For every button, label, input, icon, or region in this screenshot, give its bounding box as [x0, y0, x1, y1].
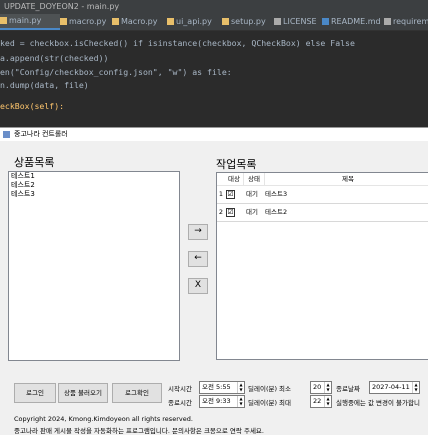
row-status: 대기: [246, 208, 258, 216]
list-item[interactable]: 테스트1: [9, 172, 179, 181]
start-time-label: 시작시간: [168, 385, 192, 393]
ide-tab-bar: main.py macro.py Macro.py ui_api.py setu…: [0, 14, 428, 31]
python-file-icon: [0, 17, 7, 24]
clear-job-button[interactable]: X: [188, 278, 208, 294]
python-file-icon: [222, 18, 229, 25]
ide-tab-readme[interactable]: README.md: [322, 14, 384, 30]
list-item[interactable]: 테스트3: [9, 190, 179, 199]
ide-tab-macro2[interactable]: Macro.py: [112, 14, 167, 30]
ide-tab-license[interactable]: LICENSE: [274, 14, 322, 30]
start-time-input[interactable]: 오전 5:55 ▲ ▼: [199, 381, 245, 394]
locked-note: 실행중에는 값 변경이 불가합니: [336, 399, 420, 407]
spin-arrows-icon[interactable]: ▲ ▼: [237, 382, 244, 393]
window-title: 중고나라 컨트롤러: [14, 130, 68, 138]
delay-min-input[interactable]: 20 ▲ ▼: [310, 381, 332, 394]
job-table[interactable]: 대상 상태 제목 1 ☑ 대기 테스트3 2 ☑ 대기 테스트2: [216, 172, 428, 360]
add-to-job-button[interactable]: →: [188, 224, 208, 240]
list-item[interactable]: 테스트2: [9, 181, 179, 190]
ide-tab-macro[interactable]: macro.py: [60, 14, 112, 30]
spin-arrows-icon[interactable]: ▲ ▼: [324, 382, 331, 393]
column-header-status[interactable]: 상태: [244, 173, 265, 185]
product-list[interactable]: 테스트1 테스트2 테스트3: [8, 171, 180, 361]
spin-arrows-icon[interactable]: ▲ ▼: [412, 382, 419, 393]
login-check-button[interactable]: 로그확인: [112, 383, 162, 403]
spin-arrows-icon[interactable]: ▲ ▼: [324, 396, 331, 407]
column-header-title[interactable]: 제목: [265, 173, 428, 185]
row-status: 대기: [246, 190, 258, 198]
markdown-file-icon: [322, 18, 329, 25]
code-line: ked = checkbox.isChecked() if isinstance…: [0, 38, 355, 48]
row-title: 테스트2: [265, 208, 288, 216]
product-list-label: 상품목록: [14, 156, 55, 169]
controller-window: 중고나라 컨트롤러 상품목록 테스트1 테스트2 테스트3 → ← X 작업목록…: [0, 127, 428, 435]
code-line: a.append(str(checked)): [0, 53, 109, 63]
remove-from-job-button[interactable]: ←: [188, 251, 208, 267]
ide-tab-setup[interactable]: setup.py: [222, 14, 274, 30]
python-file-icon: [167, 18, 174, 25]
text-file-icon: [274, 18, 281, 25]
load-products-button[interactable]: 상품 불러오기: [58, 383, 108, 403]
end-date-label: 종료날짜: [336, 385, 360, 393]
spin-arrows-icon[interactable]: ▲ ▼: [237, 396, 244, 407]
end-date-input[interactable]: 2027-04-11 ▲ ▼: [369, 381, 420, 394]
table-row[interactable]: 2 ☑ 대기 테스트2: [217, 204, 428, 222]
table-row[interactable]: 1 ☑ 대기 테스트3: [217, 186, 428, 204]
job-list-label: 작업목록: [216, 158, 257, 171]
ide-tab-ui-api[interactable]: ui_api.py: [167, 14, 222, 30]
app-icon: [3, 131, 10, 138]
text-file-icon: [384, 18, 391, 25]
window-title-bar: 중고나라 컨트롤러: [0, 128, 428, 141]
delay-max-label: 딜레이(분) 최대: [248, 399, 292, 407]
ide-tab-requirements[interactable]: requireme: [384, 14, 428, 30]
row-title: 테스트3: [265, 190, 288, 198]
ide-background: UPDATE_DOYEON2 - main.py main.py macro.p…: [0, 0, 428, 127]
copyright-text: Copyright 2024, Kmong.Kimdoyeon all righ…: [14, 415, 193, 423]
end-time-input[interactable]: 오전 9:33 ▲ ▼: [199, 395, 245, 408]
login-button[interactable]: 로그인: [14, 383, 56, 403]
code-line: eckBox(self):: [0, 101, 65, 111]
python-file-icon: [60, 18, 67, 25]
end-time-label: 종료시간: [168, 399, 192, 407]
delay-max-input[interactable]: 22 ▲ ▼: [310, 395, 332, 408]
code-line: n.dump(data, file): [0, 80, 89, 90]
column-header-target[interactable]: 대상: [225, 173, 244, 185]
row-number: 2: [218, 208, 224, 216]
row-checkbox[interactable]: ☑: [226, 208, 235, 217]
ide-tab-main[interactable]: main.py: [0, 14, 60, 30]
delay-min-label: 딜레이(분) 최소: [248, 385, 292, 393]
row-checkbox[interactable]: ☑: [226, 190, 235, 199]
row-number: 1: [218, 190, 224, 198]
python-file-icon: [112, 18, 119, 25]
ide-title-bar: UPDATE_DOYEON2 - main.py: [0, 0, 428, 14]
code-line: en("Config/checkbox_config.json", "w") a…: [0, 67, 232, 77]
